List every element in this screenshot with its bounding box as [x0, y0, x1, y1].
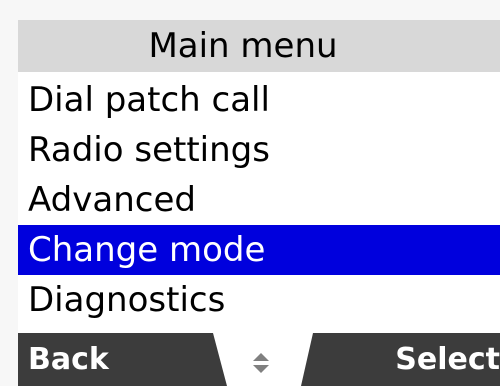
menu-item-diagnostics[interactable]: Diagnostics: [18, 275, 500, 325]
up-down-scroll-icon: [253, 353, 269, 373]
select-softkey[interactable]: Select: [395, 333, 500, 386]
menu-item-change-mode[interactable]: Change mode: [18, 225, 500, 275]
menu-item-dial-patch-call[interactable]: Dial patch call: [18, 75, 500, 125]
main-menu-list: Dial patch call Radio settings Advanced …: [18, 75, 500, 325]
menu-title-bar: Main menu: [18, 20, 500, 72]
menu-title: Main menu: [148, 26, 338, 66]
menu-item-radio-settings[interactable]: Radio settings: [18, 125, 500, 175]
menu-item-advanced[interactable]: Advanced: [18, 175, 500, 225]
radio-display: Main menu Dial patch call Radio settings…: [18, 20, 500, 386]
back-softkey[interactable]: Back: [28, 333, 109, 386]
